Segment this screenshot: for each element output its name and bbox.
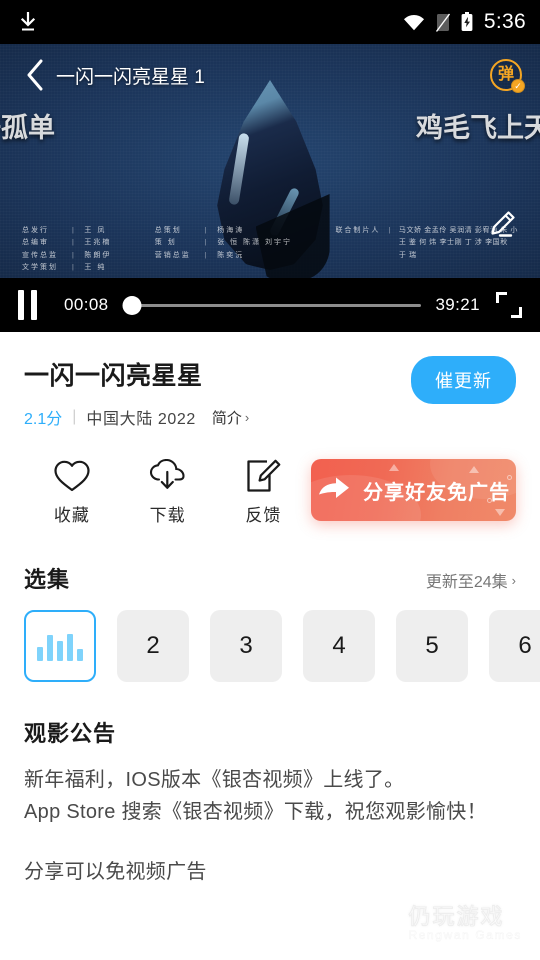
credit-sep: | (72, 251, 75, 259)
seek-thumb[interactable] (122, 295, 141, 315)
share-label: 分享好友免广告 (363, 481, 511, 504)
decor-triangle (389, 464, 400, 471)
decor-triangle (495, 509, 506, 516)
player-top-bar: 一闪一闪亮星星 1 弹 ✓ (0, 44, 540, 106)
urge-update-button[interactable]: 催更新 (411, 356, 516, 404)
credit-label: 总编审 (22, 239, 49, 247)
credit-sep: | (204, 227, 208, 234)
video-credits: 总发行 | 王 凤 总编审 | 王兆楠 宣传总监 | 陈朗伊 文学策划 | 王 纯 总策划 | 杨海… (0, 225, 540, 274)
announcement-extra-line: 分享可以免视频广告 (24, 860, 207, 883)
share-arrow-icon (317, 475, 351, 506)
brief-link[interactable]: 简介 › (212, 407, 249, 428)
credit-label: 宣传总监 (22, 251, 58, 259)
action-bar: 收藏 下载 反馈 分享好友免广告 (0, 429, 540, 526)
seek-track (122, 303, 422, 307)
brief-label: 简介 (211, 409, 242, 427)
episode-item-1[interactable] (24, 610, 96, 682)
feedback-label: 反馈 (245, 506, 282, 525)
credit-label: 总发行 (22, 227, 49, 234)
total-duration: 39:21 (435, 295, 480, 314)
watermark-cn: 仍玩游戏 (408, 903, 505, 929)
credit-sep: | (72, 263, 75, 271)
favorite-label: 收藏 (53, 506, 90, 525)
favorite-button[interactable]: 收藏 (24, 459, 120, 526)
download-label: 下载 (149, 506, 186, 525)
seek-bar[interactable] (122, 290, 422, 320)
credits-column-left: 总发行 | 王 凤 总编审 | 王兆楠 宣传总监 | 陈朗伊 文学策划 | 王 纯 (22, 225, 111, 274)
episodes-header: 选集 更新至24集 › (0, 526, 540, 594)
download-button[interactable]: 下载 (120, 459, 216, 526)
status-bar-clock: 5:36 (483, 10, 526, 33)
wifi-icon (403, 14, 425, 31)
meta-divider: | (72, 408, 77, 425)
credit-sep: | (204, 239, 208, 247)
battery-charging-icon (461, 12, 473, 32)
current-time: 00:08 (64, 295, 109, 314)
pencil-icon (491, 211, 515, 237)
credit-name: 陈朗伊 (84, 251, 112, 259)
credit-sep: | (72, 239, 75, 247)
region-year: 中国大陆 2022 (86, 411, 196, 428)
playing-bars-icon (37, 631, 83, 661)
credit-label: 文学策划 (22, 263, 58, 271)
episode-item-3[interactable]: 3 (210, 610, 282, 682)
credit-sep: | (72, 227, 75, 234)
back-button[interactable] (18, 58, 52, 92)
page-title: 一闪一闪亮星星 (24, 362, 203, 390)
episodes-title: 选集 (24, 567, 71, 592)
announcement-body: 新年福利，IOS版本《银杏视频》上线了。 App Store 搜索《银杏视频》下… (24, 769, 487, 824)
announcement-title: 观影公告 (24, 721, 117, 746)
decor-triangle (469, 466, 480, 473)
status-bar-right: 5:36 (403, 10, 526, 34)
no-sim-icon (435, 13, 450, 32)
episode-item-4[interactable]: 4 (303, 610, 375, 682)
episode-item-5[interactable]: 5 (396, 610, 468, 682)
pause-button[interactable] (18, 290, 44, 320)
cloud-download-icon (149, 459, 185, 489)
episode-list[interactable]: 2 3 4 5 6 (0, 594, 540, 682)
credit-name: 王 纯 (84, 263, 107, 271)
danmaku-toggle-button[interactable]: 弹 ✓ (486, 55, 526, 95)
danmaku-enabled-badge: ✓ (511, 79, 525, 93)
share-free-ads-button[interactable]: 分享好友免广告 (311, 459, 516, 521)
credits-column-middle: 总策划 | 杨海涛 策 划 | 张 恒 陈潇 刘宇宁 营销总监 | 陈奕沅 (155, 225, 292, 274)
video-title: 一闪一闪亮星星 1 (56, 66, 205, 88)
credit-name: 王 凤 (84, 227, 107, 234)
chevron-right-icon: › (244, 409, 250, 425)
announcement-section: 观影公告 新年福利，IOS版本《银杏视频》上线了。 App Store 搜索《银… (0, 682, 540, 884)
episodes-more-link[interactable]: 更新至24集 › (426, 568, 516, 592)
rating-score: 2.1分 (24, 411, 63, 428)
player-controls: 00:08 39:21 (0, 278, 540, 332)
danmaku-input-button[interactable] (482, 204, 522, 244)
status-bar: 5:36 (0, 0, 540, 44)
credit-label: 策 划 (154, 239, 177, 247)
credit-name: 王兆楠 (84, 239, 112, 247)
status-bar-left (18, 11, 38, 33)
feedback-edit-icon (247, 459, 281, 492)
watermark-en: Rengwan Games (408, 928, 522, 943)
episodes-more-label: 更新至24集 (425, 574, 508, 591)
fullscreen-button[interactable] (496, 292, 522, 318)
episode-item-6[interactable]: 6 (489, 610, 540, 682)
credit-name: 杨海涛 (217, 227, 245, 234)
credit-label: 营销总监 (154, 251, 191, 259)
download-icon (18, 11, 38, 33)
video-player[interactable]: 好孤单 鸡毛飞上天秸 总发行|王 凤 总编审|王兆楠 宣传总监|陈朗伊 文学策划… (0, 44, 540, 332)
watermark-logo-icon (352, 901, 398, 946)
credit-label: 联合制片人 (335, 227, 381, 234)
credit-sep: | (388, 227, 391, 234)
watermark: 仍玩游戏 Rengwan Games (352, 901, 522, 946)
credit-name: 于 瑞 (398, 251, 417, 259)
show-info: 一闪一闪亮星星 2.1分 | 中国大陆 2022 简介 › 催更新 (0, 332, 540, 429)
credit-label: 总策划 (154, 227, 182, 234)
credit-name: 陈奕沅 (217, 251, 245, 259)
episode-item-2[interactable]: 2 (117, 610, 189, 682)
chevron-right-icon: › (511, 572, 516, 588)
show-meta: 2.1分 | 中国大陆 2022 简介 › (24, 405, 249, 429)
feedback-button[interactable]: 反馈 (216, 459, 312, 526)
chevron-left-icon (27, 59, 43, 91)
credit-sep: | (204, 251, 208, 259)
credit-name: 张 恒 陈潇 刘宇宁 (217, 239, 293, 247)
heart-icon (54, 460, 90, 492)
